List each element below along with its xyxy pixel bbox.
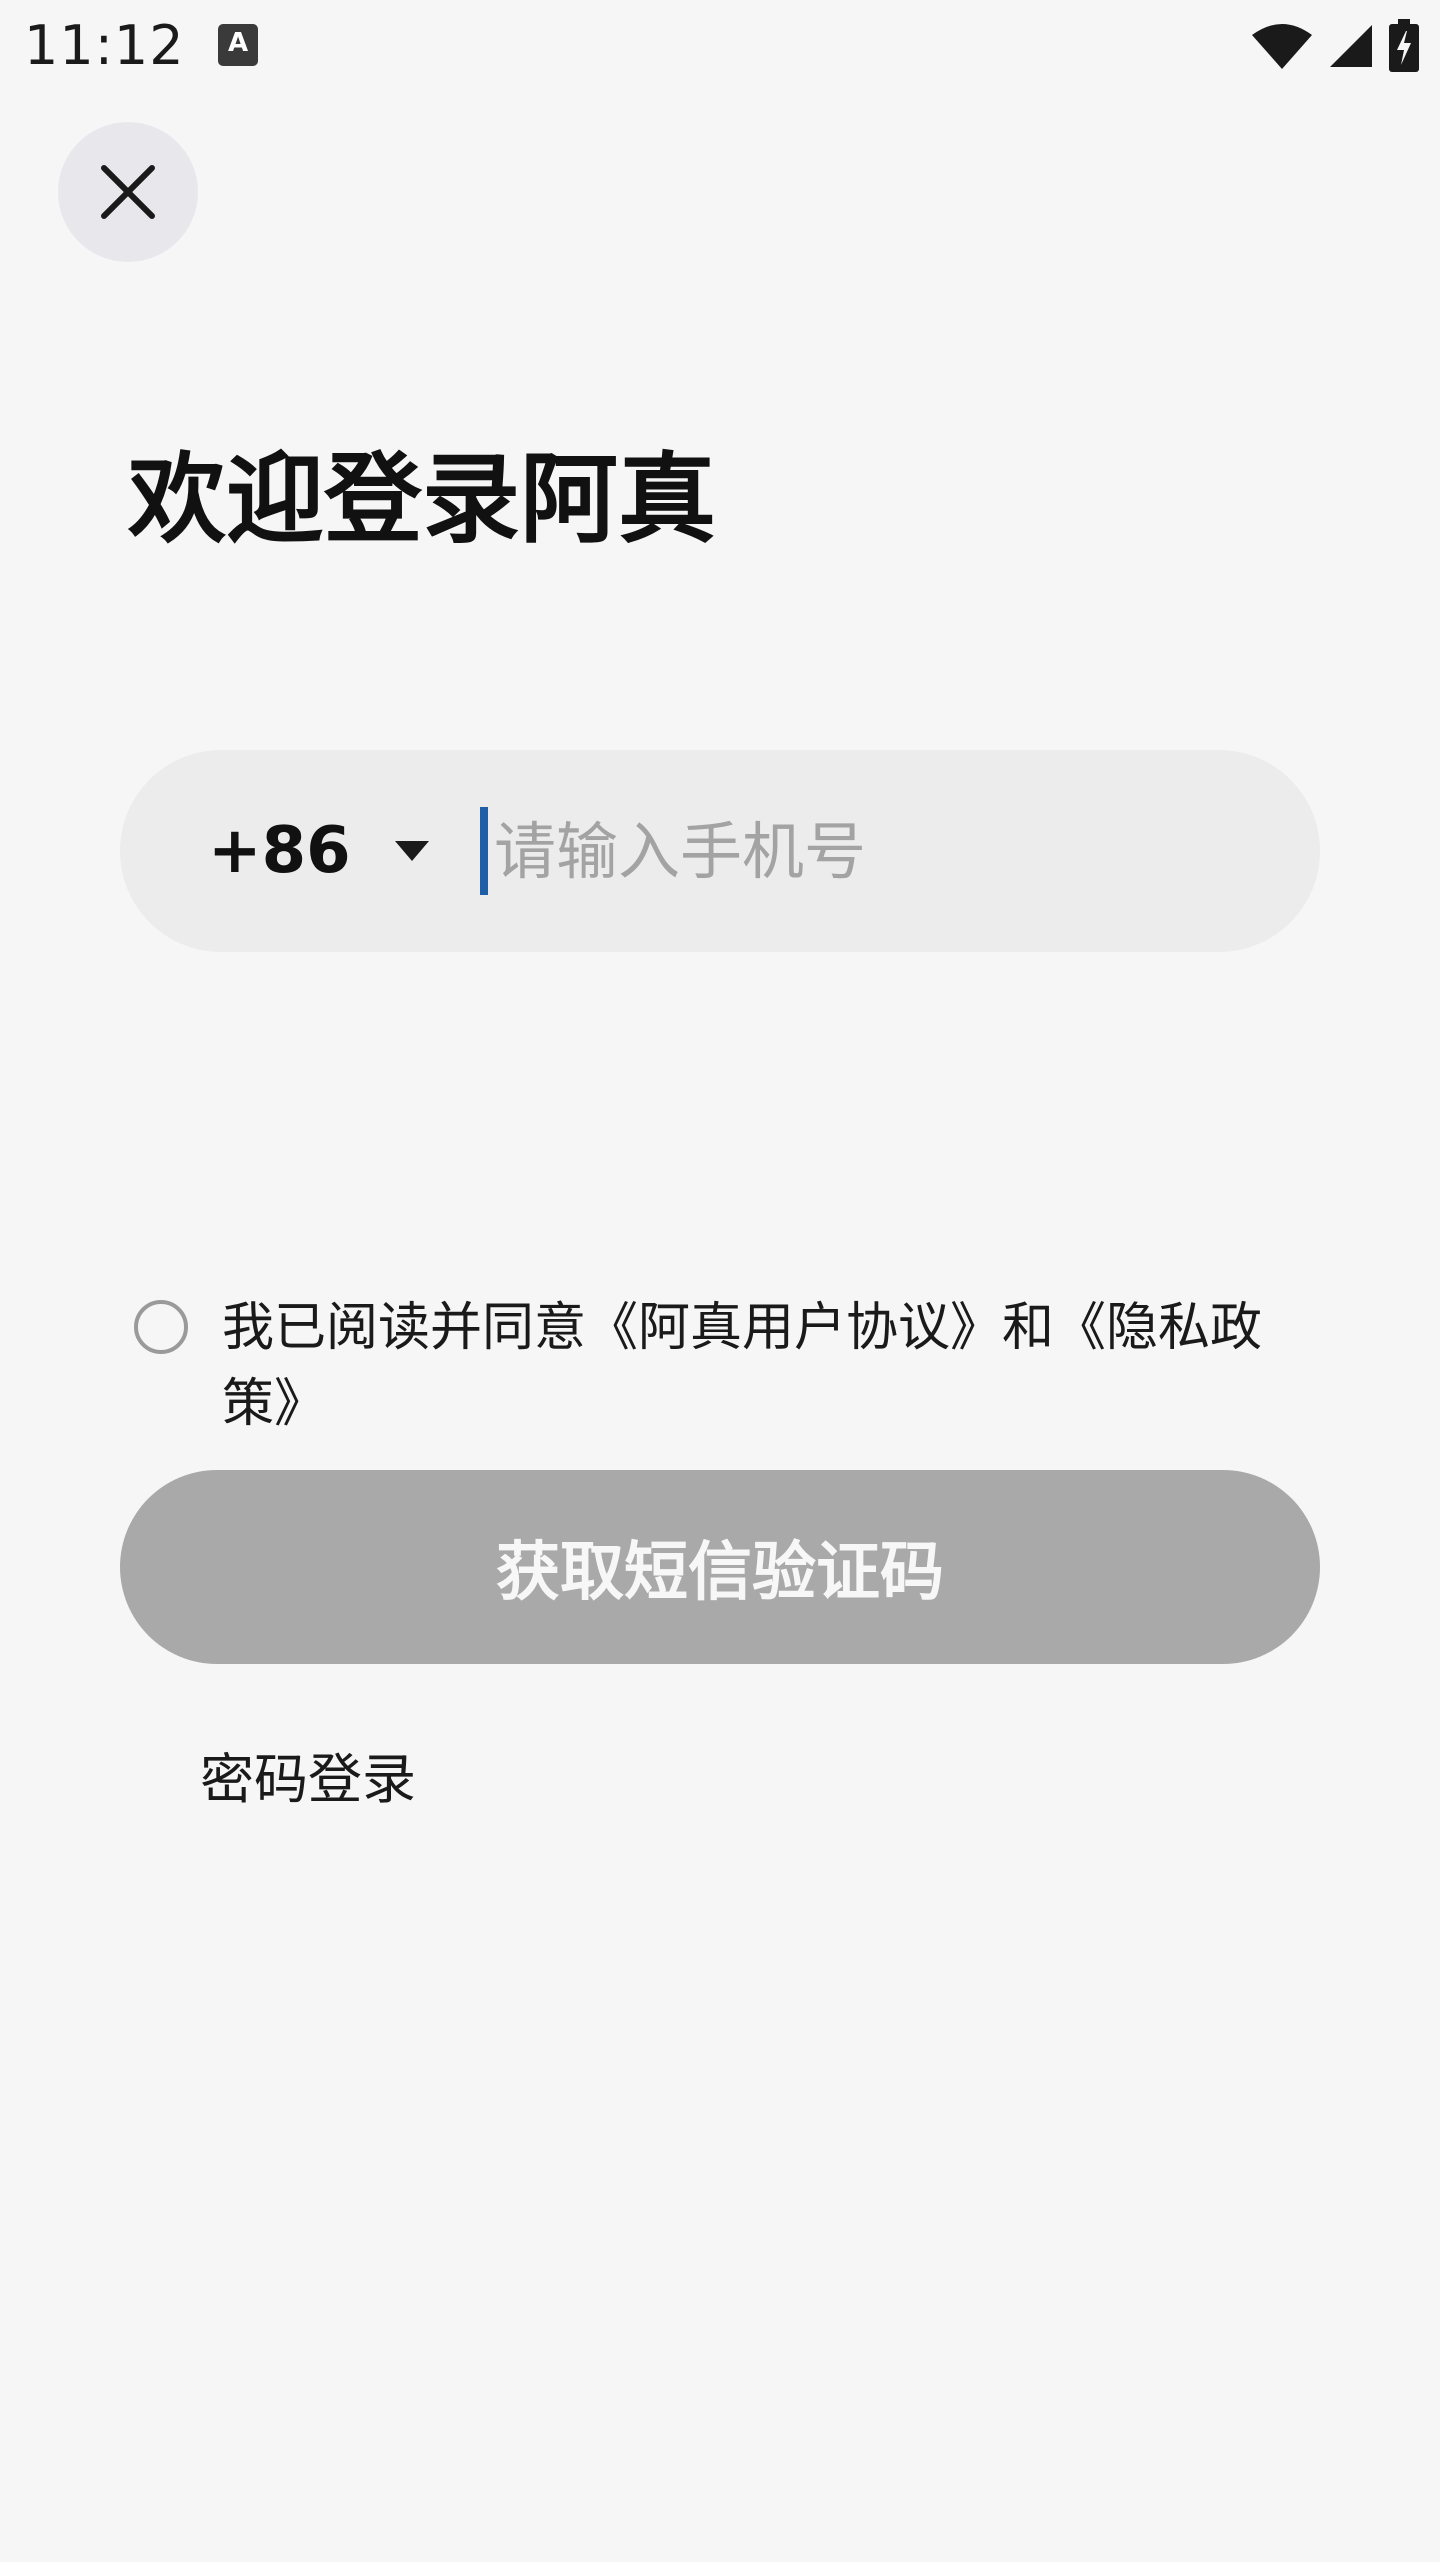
signal-icon: [1330, 25, 1372, 67]
phone-input-row: +86: [120, 750, 1320, 952]
wifi-icon: [1252, 24, 1312, 69]
page-title: 欢迎登录阿真: [128, 443, 717, 557]
close-icon: [101, 165, 155, 219]
phone-number-input[interactable]: [488, 806, 1228, 896]
status-icons: [1250, 18, 1420, 74]
battery-charging-icon: [1389, 19, 1419, 72]
notification-icon: A: [218, 24, 258, 66]
password-login-link[interactable]: 密码登录: [200, 1740, 416, 1820]
agreement-radio[interactable]: [134, 1300, 188, 1354]
status-time: 11:12: [24, 14, 185, 77]
country-code-label: +86: [208, 814, 351, 888]
agreement-text[interactable]: 我已阅读并同意《阿真用户协议》和《隐私政策》: [222, 1290, 1302, 1442]
login-screen: 11:12 A 欢迎登录阿真 +86 请输入手机号 我已阅读并同意《阿真用户协议…: [0, 0, 1440, 2562]
phone-input-wrap: [480, 806, 1228, 896]
close-button[interactable]: [58, 122, 198, 262]
get-sms-code-button[interactable]: 获取短信验证码: [120, 1470, 1320, 1664]
caret-down-icon: [394, 841, 429, 861]
text-cursor: [480, 807, 488, 895]
status-bar: 11:12 A: [0, 0, 1440, 96]
country-code-selector[interactable]: +86: [208, 750, 429, 952]
